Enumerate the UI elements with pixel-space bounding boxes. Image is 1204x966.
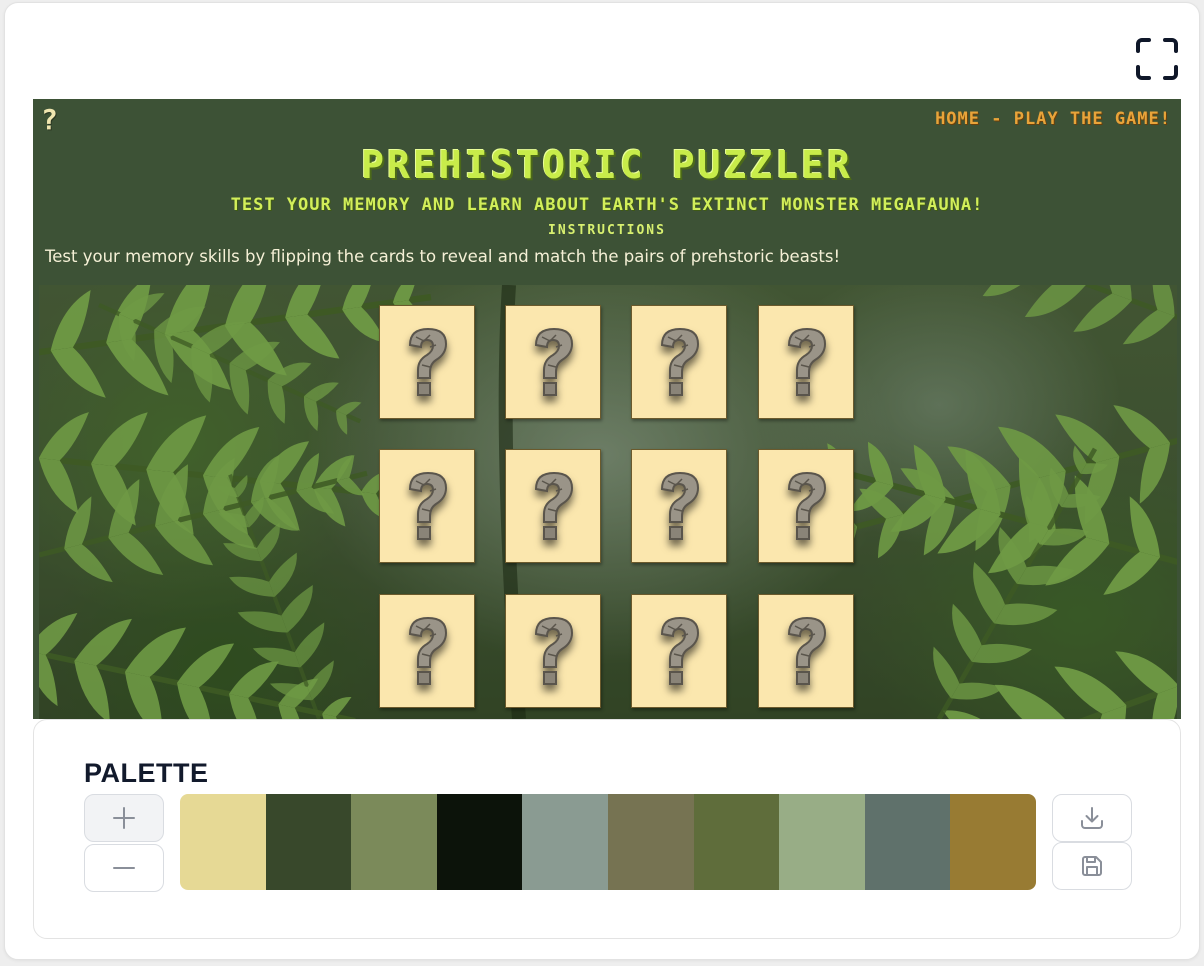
stone-question-mark-icon bbox=[534, 327, 574, 396]
game-screenshot: ? HOME - PLAY THE GAME! PREHISTORIC PUZZ… bbox=[33, 99, 1181, 719]
memory-card-6[interactable] bbox=[505, 449, 601, 563]
stone-question-mark-icon bbox=[660, 327, 700, 396]
memory-card-9[interactable] bbox=[379, 594, 475, 708]
fullscreen-button[interactable] bbox=[1131, 33, 1183, 85]
stone-question-mark-icon bbox=[408, 327, 448, 396]
help-icon[interactable]: ? bbox=[41, 103, 58, 136]
remove-color-button[interactable] bbox=[84, 844, 164, 892]
memory-card-11[interactable] bbox=[631, 594, 727, 708]
memory-card-5[interactable] bbox=[379, 449, 475, 563]
download-icon bbox=[1081, 807, 1103, 829]
palette-panel: PALETTE bbox=[33, 719, 1181, 939]
stone-question-mark-icon bbox=[534, 471, 574, 540]
color-swatch-8[interactable] bbox=[779, 794, 865, 890]
memory-card-12[interactable] bbox=[758, 594, 854, 708]
memory-card-7[interactable] bbox=[631, 449, 727, 563]
memory-card-4[interactable] bbox=[758, 305, 854, 419]
stone-question-mark-icon bbox=[408, 616, 448, 685]
color-palette-card: ? HOME - PLAY THE GAME! PREHISTORIC PUZZ… bbox=[4, 2, 1200, 960]
color-swatch-5[interactable] bbox=[522, 794, 608, 890]
download-button[interactable] bbox=[1052, 794, 1132, 842]
stone-question-mark-icon bbox=[787, 471, 827, 540]
save-icon bbox=[1082, 856, 1102, 876]
save-button[interactable] bbox=[1052, 842, 1132, 890]
color-swatch-3[interactable] bbox=[351, 794, 437, 890]
color-swatch-4[interactable] bbox=[436, 794, 523, 890]
color-swatch-2[interactable] bbox=[265, 794, 352, 890]
plus-icon bbox=[113, 807, 135, 829]
jungle-background bbox=[39, 285, 1177, 719]
color-swatch-10[interactable] bbox=[950, 794, 1036, 890]
stone-question-mark-icon bbox=[787, 616, 827, 685]
fern-leaves-illustration bbox=[39, 285, 1177, 719]
game-subtitle: TEST YOUR MEMORY AND LEARN ABOUT EARTH'S… bbox=[230, 195, 984, 215]
stone-question-mark-icon bbox=[660, 616, 700, 685]
color-swatches bbox=[180, 794, 1036, 890]
color-swatch-1[interactable] bbox=[180, 794, 266, 890]
color-swatch-7[interactable] bbox=[693, 794, 780, 890]
game-title: PREHISTORIC PUZZLER bbox=[361, 143, 853, 187]
stone-question-mark-icon bbox=[660, 471, 700, 540]
memory-card-10[interactable] bbox=[505, 594, 601, 708]
instructions-text: Test your memory skills by flipping the … bbox=[45, 247, 841, 266]
instructions-heading: INSTRUCTIONS bbox=[548, 223, 666, 238]
stone-question-mark-icon bbox=[787, 327, 827, 396]
game-nav-link[interactable]: HOME - PLAY THE GAME! bbox=[935, 109, 1171, 129]
memory-card-1[interactable] bbox=[379, 305, 475, 419]
stone-question-mark-icon bbox=[534, 616, 574, 685]
palette-title: PALETTE bbox=[84, 758, 209, 788]
color-swatch-9[interactable] bbox=[864, 794, 951, 890]
add-color-button[interactable] bbox=[84, 794, 164, 842]
minus-icon bbox=[113, 867, 135, 869]
stone-question-mark-icon bbox=[408, 471, 448, 540]
color-swatch-6[interactable] bbox=[607, 794, 694, 890]
memory-card-3[interactable] bbox=[631, 305, 727, 419]
memory-card-8[interactable] bbox=[758, 449, 854, 563]
expand-corners-icon bbox=[1136, 38, 1178, 80]
memory-card-2[interactable] bbox=[505, 305, 601, 419]
